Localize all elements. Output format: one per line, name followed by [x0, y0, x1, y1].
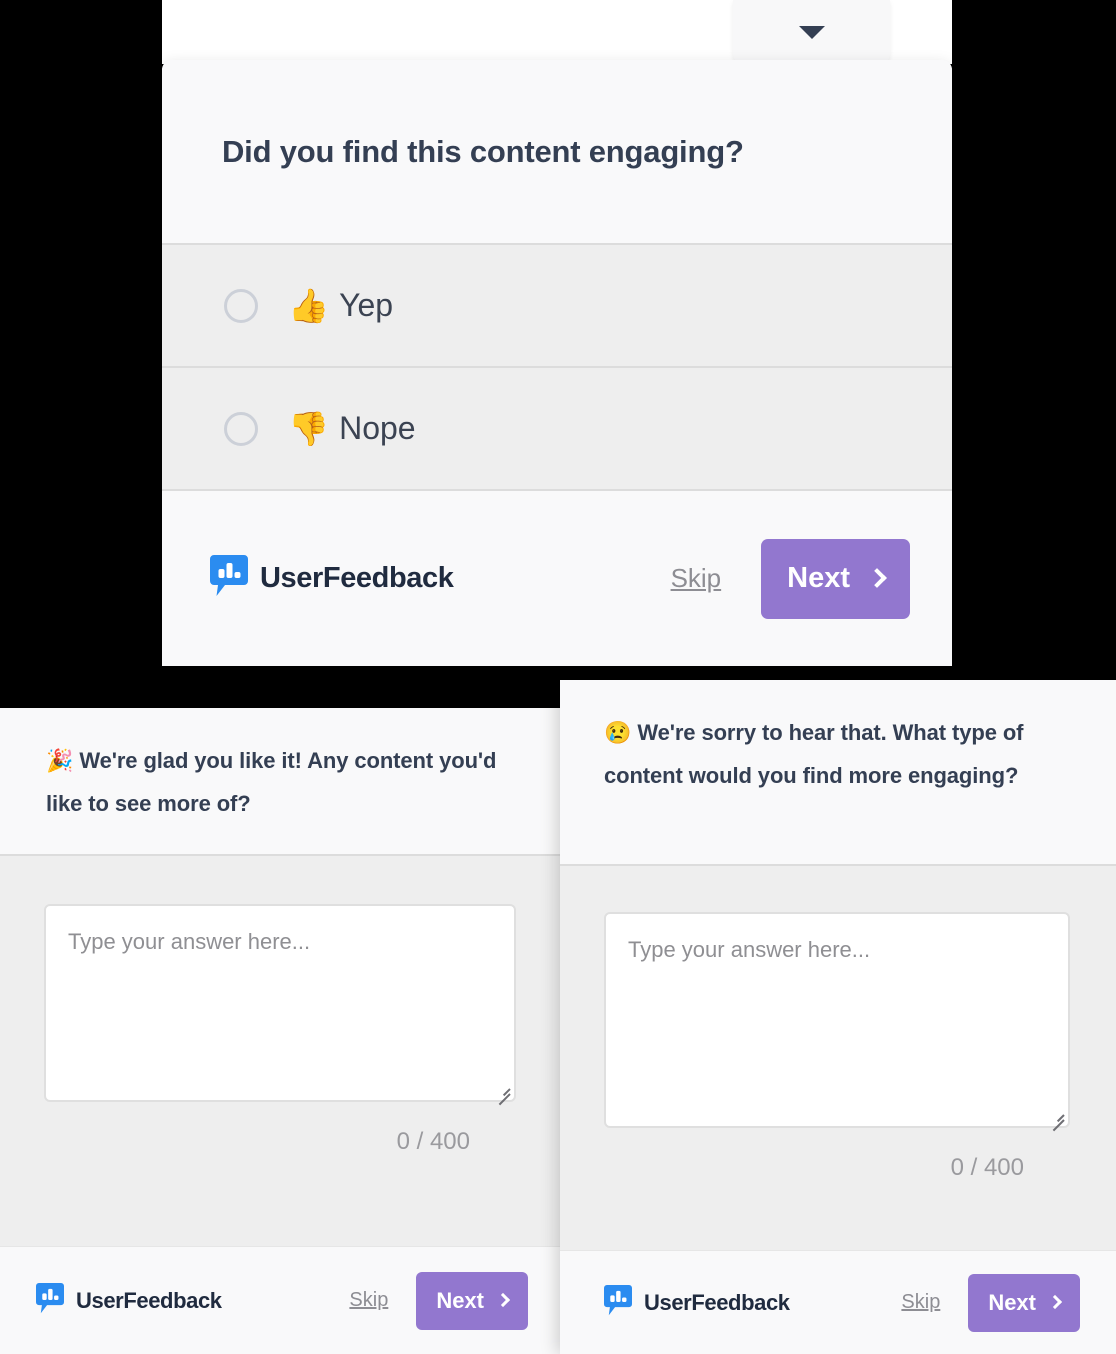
skip-button[interactable]: Skip — [901, 1291, 940, 1314]
next-button-label: Next — [988, 1289, 1036, 1315]
next-button[interactable]: Next — [968, 1273, 1080, 1332]
negative-question-title: 😢 We're sorry to hear that. What type of… — [604, 712, 1078, 798]
question-header: Did you find this content engaging? — [162, 60, 952, 245]
negative-char-counter: 0 / 400 — [604, 1128, 1070, 1182]
option-row-nope[interactable]: 👎 Nope — [162, 368, 952, 491]
option-row-yep[interactable]: 👍 Yep — [162, 245, 952, 368]
positive-question-header: 🎉 We're glad you like it! Any content yo… — [0, 708, 560, 856]
brand-name: UserFeedback — [76, 1287, 222, 1313]
screenshot-stage: Did you find this content engaging? 👍 Ye… — [0, 0, 1116, 1354]
userfeedback-logo-icon — [36, 1282, 64, 1319]
skip-button[interactable]: Skip — [671, 563, 722, 594]
option-label-nope: 👎 Nope — [288, 410, 416, 447]
next-button[interactable]: Next — [416, 1271, 528, 1330]
option-label-yep: 👍 Yep — [288, 287, 393, 324]
negative-question-header: 😢 We're sorry to hear that. What type of… — [560, 680, 1116, 866]
brand: UserFeedback — [36, 1282, 222, 1319]
negative-answer-box — [604, 912, 1070, 1132]
options-list: 👍 Yep 👎 Nope — [162, 245, 952, 491]
userfeedback-logo-icon — [210, 555, 248, 602]
positive-panel-footer: UserFeedback Skip Next — [0, 1246, 560, 1354]
thumbs-down-icon: 👎 — [288, 410, 330, 447]
option-text-nope: Nope — [339, 410, 416, 446]
survey-panel-positive: 🎉 We're glad you like it! Any content yo… — [0, 708, 560, 1354]
next-button-label: Next — [436, 1287, 484, 1313]
page-title: Did you find this content engaging? — [222, 133, 744, 169]
positive-char-counter: 0 / 400 — [44, 1102, 516, 1156]
positive-question-text: We're glad you like it! Any content you'… — [46, 748, 497, 816]
chevron-right-icon — [867, 567, 887, 588]
collapse-widget-tab[interactable] — [733, 0, 890, 64]
card-footer: UserFeedback Skip Next — [162, 491, 952, 666]
caret-down-icon — [798, 25, 825, 39]
radio-yep[interactable] — [224, 288, 258, 323]
negative-answer-area: 0 / 400 — [560, 866, 1116, 1182]
skip-button[interactable]: Skip — [349, 1289, 388, 1312]
positive-answer-box — [44, 904, 516, 1106]
radio-nope[interactable] — [224, 411, 258, 446]
option-text-yep: Yep — [339, 287, 394, 323]
chevron-right-icon — [495, 1292, 511, 1307]
negative-panel-footer: UserFeedback Skip Next — [560, 1250, 1116, 1354]
brand-name: UserFeedback — [260, 562, 454, 594]
userfeedback-logo-icon — [604, 1284, 632, 1321]
brand: UserFeedback — [604, 1284, 790, 1321]
brand: UserFeedback — [210, 555, 454, 602]
next-button-label: Next — [787, 562, 850, 594]
survey-widget-main: Did you find this content engaging? 👍 Ye… — [162, 0, 952, 666]
positive-answer-input[interactable] — [46, 906, 514, 1100]
negative-question-text: We're sorry to hear that. What type of c… — [604, 720, 1024, 788]
party-popper-icon: 🎉 — [46, 748, 74, 773]
positive-answer-area: 0 / 400 — [0, 856, 560, 1156]
survey-panel-negative: 😢 We're sorry to hear that. What type of… — [560, 680, 1116, 1354]
thumbs-up-icon: 👍 — [288, 287, 330, 324]
next-button[interactable]: Next — [761, 538, 910, 619]
survey-card: Did you find this content engaging? 👍 Ye… — [162, 60, 952, 666]
crying-face-icon: 😢 — [604, 720, 632, 745]
negative-answer-input[interactable] — [606, 914, 1068, 1126]
brand-name: UserFeedback — [644, 1289, 790, 1315]
chevron-right-icon — [1047, 1294, 1063, 1309]
positive-question-title: 🎉 We're glad you like it! Any content yo… — [46, 740, 514, 826]
